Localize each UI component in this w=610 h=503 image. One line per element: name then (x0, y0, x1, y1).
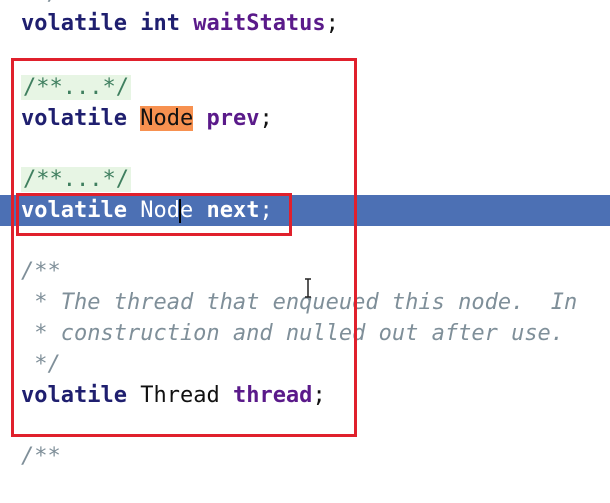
annotation-frame-inner (16, 193, 292, 236)
keyword: volatile (21, 11, 127, 36)
doc-comment-open-2: /** (21, 444, 61, 469)
annotation-frame-outer (11, 58, 357, 437)
field-name: waitStatus (193, 11, 326, 36)
semicolon: ; (325, 11, 339, 36)
code-line-waitstatus[interactable]: volatile int waitStatus; (0, 8, 610, 39)
type-name: int (140, 11, 180, 36)
